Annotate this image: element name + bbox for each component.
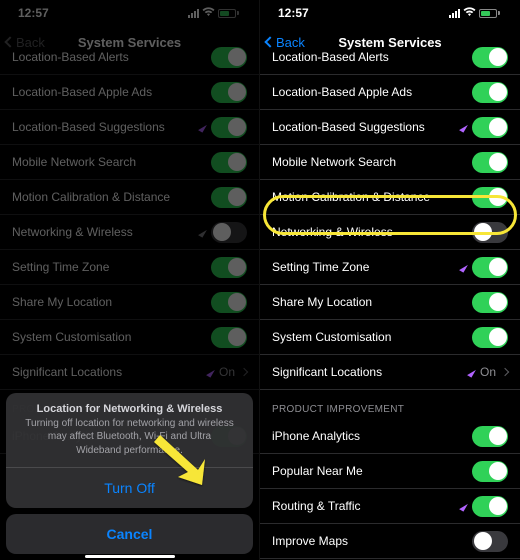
toggle[interactable] [472, 82, 508, 103]
row-popular-near-me[interactable]: Popular Near Me [260, 454, 520, 489]
cancel-button[interactable]: Cancel [6, 514, 253, 554]
location-arrow-icon [467, 367, 476, 377]
location-arrow-icon [459, 122, 468, 132]
toggle[interactable] [472, 222, 508, 243]
toggle[interactable] [472, 152, 508, 173]
value: On [480, 365, 496, 379]
sheet-title: Location for Networking & Wireless [6, 393, 253, 417]
toggle[interactable] [472, 496, 508, 517]
section-header: PRODUCT IMPROVEMENT [260, 390, 520, 419]
toggle[interactable] [472, 426, 508, 447]
toggle[interactable] [472, 292, 508, 313]
row-motion-calibration[interactable]: Motion Calibration & Distance [260, 180, 520, 215]
back-label: Back [276, 35, 305, 50]
chevron-right-icon [501, 368, 509, 376]
row-time-zone[interactable]: Setting Time Zone [260, 250, 520, 285]
phone-right: 12:57 Back System Services Location-Base… [260, 0, 520, 560]
toggle[interactable] [472, 47, 508, 68]
row-improve-maps[interactable]: Improve Maps [260, 524, 520, 559]
settings-list: Location-Based Alerts Location-Based App… [260, 40, 520, 560]
status-time: 12:57 [278, 6, 309, 20]
toggle[interactable] [472, 257, 508, 278]
row-network-search[interactable]: Mobile Network Search [260, 145, 520, 180]
row-networking-wireless[interactable]: Networking & Wireless [260, 215, 520, 250]
turn-off-button[interactable]: Turn Off [6, 467, 253, 508]
row-apple-ads[interactable]: Location-Based Apple Ads [260, 75, 520, 110]
toggle[interactable] [472, 461, 508, 482]
action-sheet: Location for Networking & Wireless Turni… [6, 393, 253, 555]
back-button[interactable]: Back [260, 35, 305, 50]
row-share-location[interactable]: Share My Location [260, 285, 520, 320]
row-significant-locations[interactable]: Significant Locations On [260, 355, 520, 390]
home-indicator [85, 555, 175, 558]
battery-icon [479, 9, 500, 18]
phone-left: 12:57 Back System Services Location-Base… [0, 0, 260, 560]
wifi-icon [463, 7, 476, 20]
cellular-icon [449, 9, 460, 18]
chevron-left-icon [264, 36, 275, 47]
toggle[interactable] [472, 531, 508, 552]
row-suggestions[interactable]: Location-Based Suggestions [260, 110, 520, 145]
location-arrow-icon [459, 501, 468, 511]
toggle[interactable] [472, 187, 508, 208]
row-routing-traffic[interactable]: Routing & Traffic [260, 489, 520, 524]
status-bar: 12:57 [260, 0, 520, 26]
location-arrow-icon [459, 262, 468, 272]
row-iphone-analytics[interactable]: iPhone Analytics [260, 419, 520, 454]
toggle[interactable] [472, 117, 508, 138]
toggle[interactable] [472, 327, 508, 348]
row-system-customisation[interactable]: System Customisation [260, 320, 520, 355]
sheet-message: Turning off location for networking and … [6, 417, 253, 468]
